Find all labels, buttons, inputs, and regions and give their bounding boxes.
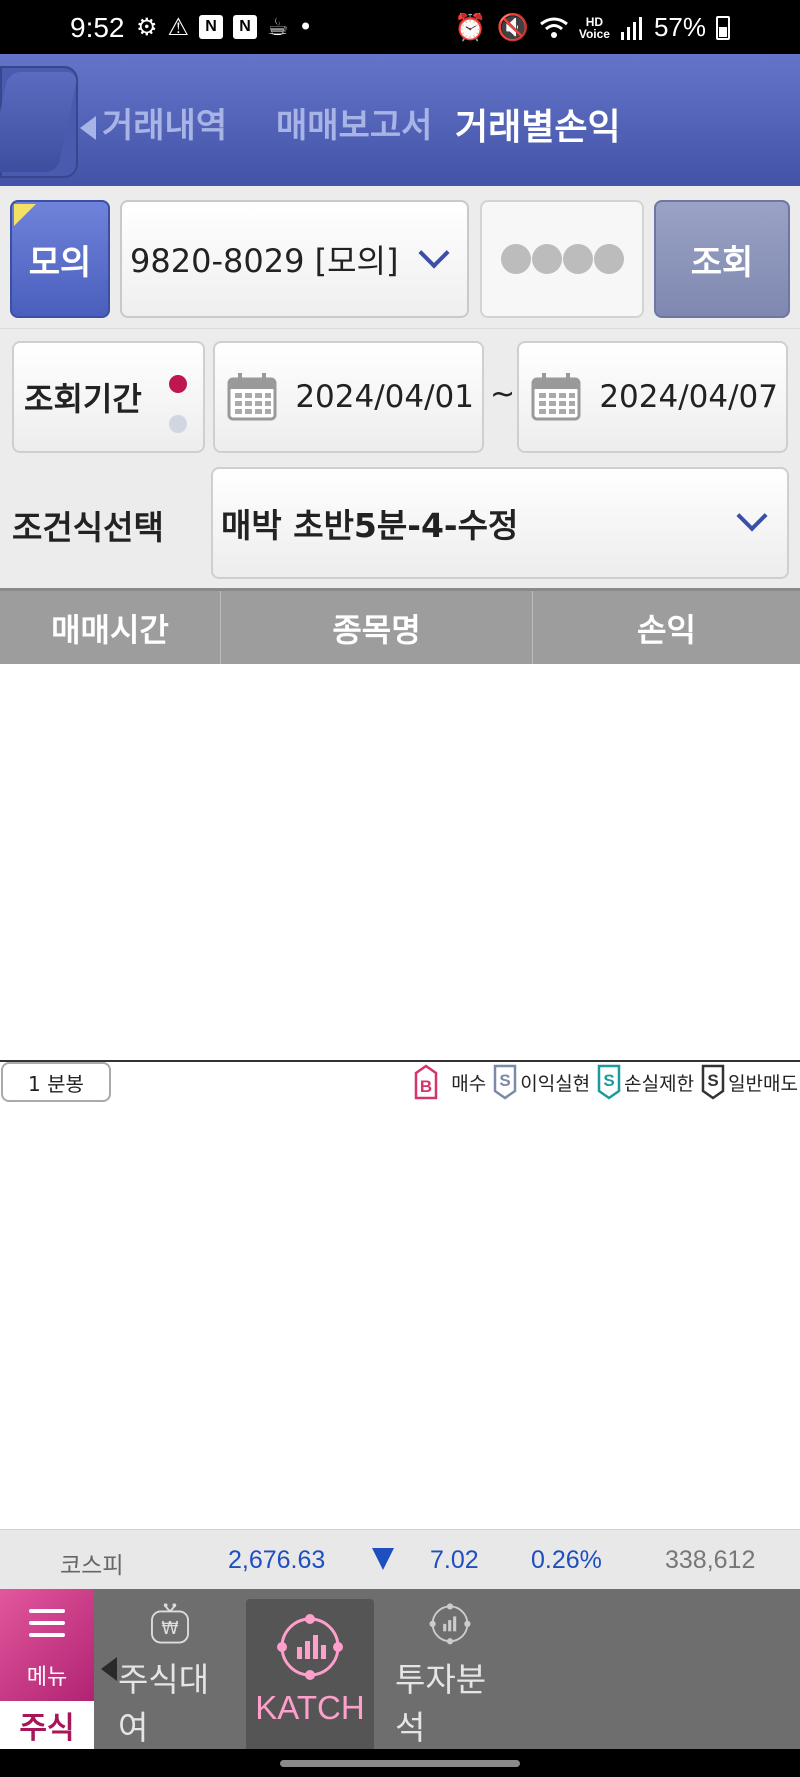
warning-icon: ⚠ bbox=[167, 13, 190, 41]
sell-badge-icon: S bbox=[493, 1064, 517, 1100]
menu-button[interactable]: 메뉴 bbox=[0, 1589, 94, 1701]
coffee-icon: ☕ bbox=[267, 13, 289, 41]
index-name: 코스피 bbox=[60, 1553, 124, 1579]
nav-label: 주식대여 bbox=[118, 1660, 210, 1747]
status-right-icons: ⏰ 🔇 HD Voice 57% bbox=[454, 12, 730, 43]
svg-text:B: B bbox=[420, 1077, 432, 1096]
index-change: 7.02 bbox=[430, 1546, 479, 1574]
status-time: 9:52 bbox=[70, 12, 125, 43]
column-header-stock-name[interactable]: 종목명 bbox=[221, 591, 533, 664]
tab-trade-history[interactable]: 거래내역 bbox=[80, 98, 227, 147]
home-indicator[interactable] bbox=[280, 1760, 520, 1767]
svg-text:S: S bbox=[500, 1071, 511, 1090]
chevron-down-icon bbox=[418, 237, 450, 269]
end-date-field[interactable]: 2024/04/07 bbox=[517, 341, 788, 453]
start-date: 2024/04/01 bbox=[295, 379, 474, 415]
buy-badge-icon: B bbox=[415, 1064, 438, 1100]
password-dot bbox=[562, 244, 593, 274]
naver-icon: N bbox=[233, 15, 258, 39]
hamburger-icon bbox=[29, 1609, 65, 1645]
condition-value: 매박 초반5분-4-수정 bbox=[221, 506, 519, 545]
menu-label: 메뉴 bbox=[26, 1665, 68, 1690]
svg-text:S: S bbox=[603, 1071, 614, 1090]
column-header-trade-time[interactable]: 매매시간 bbox=[0, 591, 221, 664]
chevron-down-icon bbox=[736, 500, 768, 532]
password-dot bbox=[500, 244, 531, 274]
down-arrow-icon bbox=[372, 1548, 394, 1570]
status-left-icons: ⚙ ⚠ N N ☕ • bbox=[136, 14, 313, 40]
hd-voice-icon: HD Voice bbox=[578, 14, 610, 41]
market-ticker[interactable]: 코스피 2,676.63 7.02 0.26% 338,612 bbox=[0, 1529, 800, 1589]
svg-text:₩: ₩ bbox=[161, 1619, 178, 1639]
account-select[interactable]: 9820-8029 [모의] bbox=[120, 200, 469, 318]
password-field[interactable] bbox=[480, 200, 644, 318]
period-indicator-active bbox=[169, 375, 187, 393]
date-separator: ~ bbox=[490, 377, 516, 412]
condition-label: 조건식선택 bbox=[12, 508, 164, 547]
sell-badge-icon: S bbox=[701, 1064, 725, 1100]
password-dot bbox=[593, 244, 624, 274]
column-header-profit[interactable]: 손익 bbox=[533, 591, 800, 664]
dot-icon: • bbox=[298, 13, 313, 41]
alarm-icon: ⏰ bbox=[454, 12, 487, 42]
svg-text:S: S bbox=[707, 1071, 718, 1090]
battery-percent: 57% bbox=[653, 12, 706, 42]
nav-label: 투자분석 bbox=[395, 1660, 487, 1747]
bottom-nav: 메뉴 주식 ₩ 주식대여 KATCH 투자분석 bbox=[0, 1589, 800, 1749]
legend-take-profit: S 이익실현 bbox=[492, 1064, 590, 1100]
chart-legend: B 매수 S 이익실현 S 손실제한 S 일반매도 bbox=[413, 1064, 798, 1100]
password-dot bbox=[531, 244, 562, 274]
battery-icon bbox=[716, 15, 730, 40]
account-number: 9820-8029 [모의] bbox=[130, 242, 399, 280]
nav-item-investment-analysis[interactable]: 투자분석 bbox=[395, 1599, 505, 1749]
mock-trading-button[interactable]: 모의 bbox=[10, 200, 110, 318]
filter-area: 조회기간 2024/04/01 ~ 2024/04/07 조건식선택 매박 초반… bbox=[0, 328, 800, 588]
nav-item-katch[interactable]: KATCH bbox=[246, 1599, 374, 1749]
signal-icon bbox=[620, 16, 642, 40]
calendar-icon bbox=[227, 373, 277, 421]
naver-icon: N bbox=[199, 15, 224, 39]
table-header: 매매시간 종목명 손익 bbox=[0, 588, 800, 664]
condition-select[interactable]: 매박 초반5분-4-수정 bbox=[211, 467, 789, 579]
legend-buy: B 매수 bbox=[413, 1064, 486, 1100]
header: 거래내역 매매보고서 거래별손익 bbox=[0, 54, 800, 186]
back-button[interactable] bbox=[0, 66, 78, 178]
status-bar: 9:52 ⚙ ⚠ N N ☕ • ⏰ 🔇 HD Voice 57% bbox=[0, 0, 800, 54]
period-selector[interactable]: 조회기간 bbox=[12, 341, 205, 453]
query-button[interactable]: 조회 bbox=[654, 200, 790, 318]
stock-tab[interactable]: 주식 bbox=[0, 1701, 94, 1749]
account-row: 모의 9820-8029 [모의] 조회 bbox=[0, 186, 800, 328]
legend-stop-loss: S 손실제한 bbox=[596, 1064, 694, 1100]
nav-scroll-left-icon[interactable] bbox=[101, 1657, 117, 1681]
legend-normal-sell: S 일반매도 bbox=[700, 1064, 798, 1100]
chart-interval-button[interactable]: 1 분봉 bbox=[1, 1062, 111, 1102]
calendar-icon bbox=[531, 373, 581, 421]
won-tv-icon: ₩ bbox=[151, 1603, 189, 1644]
wifi-icon bbox=[539, 17, 568, 38]
sell-badge-icon: S bbox=[597, 1064, 621, 1100]
start-date-field[interactable]: 2024/04/01 bbox=[213, 341, 484, 453]
nav-label: KATCH bbox=[255, 1689, 365, 1726]
end-date: 2024/04/07 bbox=[599, 379, 778, 415]
analysis-chart-icon bbox=[429, 1603, 471, 1645]
index-percent: 0.26% bbox=[531, 1546, 602, 1574]
period-label: 조회기간 bbox=[24, 380, 142, 418]
left-arrow-icon bbox=[80, 115, 96, 140]
mute-icon: 🔇 bbox=[496, 12, 529, 42]
tab-trade-report[interactable]: 매매보고서 bbox=[276, 98, 432, 147]
katch-chart-icon bbox=[277, 1614, 343, 1680]
index-volume: 338,612 bbox=[665, 1546, 756, 1574]
nav-item-stock-loan[interactable]: ₩ 주식대여 bbox=[118, 1599, 222, 1749]
gear-icon: ⚙ bbox=[136, 13, 158, 41]
chart-area[interactable] bbox=[0, 1104, 800, 1529]
table-body[interactable] bbox=[0, 664, 800, 1060]
index-value: 2,676.63 bbox=[228, 1546, 326, 1574]
tab-profit-per-trade[interactable]: 거래별손익 bbox=[455, 98, 621, 150]
period-indicator-inactive bbox=[169, 415, 187, 433]
